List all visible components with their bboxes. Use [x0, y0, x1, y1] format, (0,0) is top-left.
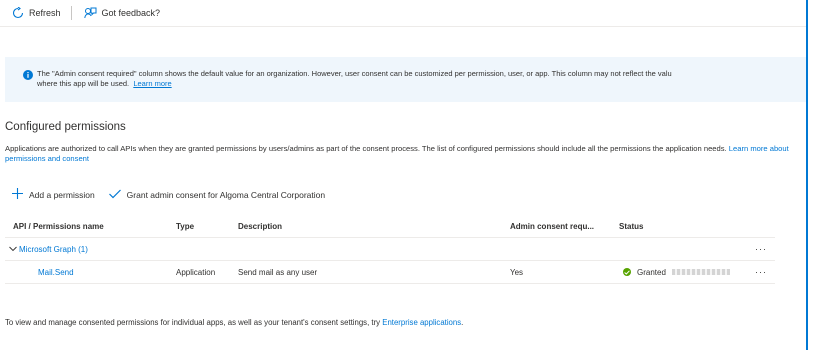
feedback-label: Got feedback? [101, 8, 161, 18]
info-message-text: The "Admin consent required" column show… [37, 69, 672, 88]
column-header-api[interactable]: API / Permissions name [13, 215, 104, 237]
command-bar: Refresh Got feedback? [0, 0, 806, 27]
refresh-button[interactable]: Refresh [0, 7, 61, 19]
column-header-description[interactable]: Description [238, 215, 282, 237]
table-row: Mail.Send Application Send mail as any u… [5, 261, 775, 284]
right-panel-edge [806, 0, 817, 350]
grant-admin-consent-button[interactable]: Grant admin consent for Algoma Central C… [108, 189, 326, 201]
plus-icon [12, 188, 23, 201]
grant-admin-consent-label: Grant admin consent for Algoma Central C… [126, 189, 326, 200]
permission-description: Send mail as any user [238, 267, 318, 277]
info-icon [23, 70, 33, 82]
feedback-icon [83, 7, 97, 20]
permission-name-link[interactable]: Mail.Send [38, 261, 74, 283]
info-line-2-text: where this app will be used. [37, 78, 130, 88]
permission-name[interactable]: Mail.Send [38, 268, 74, 277]
permission-actions: Add a permission Grant admin consent for… [12, 188, 325, 201]
permission-type: Application [176, 267, 216, 277]
redacted-text [671, 269, 730, 275]
scrollbar-edge [806, 0, 808, 350]
enterprise-applications-link[interactable]: Enterprise applications [382, 318, 461, 327]
footer-period: . [461, 318, 464, 327]
column-header-admin-consent[interactable]: Admin consent requ... [510, 215, 594, 237]
footer-message: To view and manage consented permissions… [5, 318, 381, 327]
success-check-icon [623, 268, 631, 276]
column-header-type[interactable]: Type [176, 215, 194, 237]
info-message-bar: The "Admin consent required" column show… [5, 57, 806, 102]
table-header-row: API / Permissions name Type Description … [5, 215, 775, 238]
section-description: Applications are authorized to call APIs… [5, 144, 795, 163]
section-title: Configured permissions [5, 121, 126, 133]
info-line-1: The "Admin consent required" column show… [37, 69, 672, 78]
footer-text: To view and manage consented permissions… [5, 318, 463, 327]
checkmark-icon [108, 189, 121, 201]
group-toggle[interactable]: Microsoft Graph (1) [9, 238, 88, 260]
add-permission-button[interactable]: Add a permission [12, 188, 95, 201]
section-description-text: Applications are authorized to call APIs… [5, 144, 727, 153]
info-line-2: where this app will be used. Learn more [37, 79, 672, 89]
refresh-label: Refresh [29, 8, 61, 18]
column-header-status[interactable]: Status [619, 215, 643, 237]
add-permission-label: Add a permission [29, 189, 95, 200]
admin-consent-value: Yes [510, 267, 524, 277]
refresh-icon [12, 7, 24, 19]
group-label: Microsoft Graph (1) [19, 244, 88, 254]
learn-more-link[interactable]: Learn more [133, 79, 171, 88]
feedback-button[interactable]: Got feedback? [72, 7, 161, 20]
chevron-down-icon [9, 245, 17, 254]
permissions-table: API / Permissions name Type Description … [5, 215, 775, 284]
group-more-icon[interactable]: ··· [755, 238, 767, 260]
status-cell: Granted [623, 261, 730, 283]
group-row-microsoft-graph[interactable]: Microsoft Graph (1) ··· [5, 238, 775, 261]
status-text: Granted [637, 267, 666, 277]
row-more-icon[interactable]: ··· [755, 261, 767, 283]
